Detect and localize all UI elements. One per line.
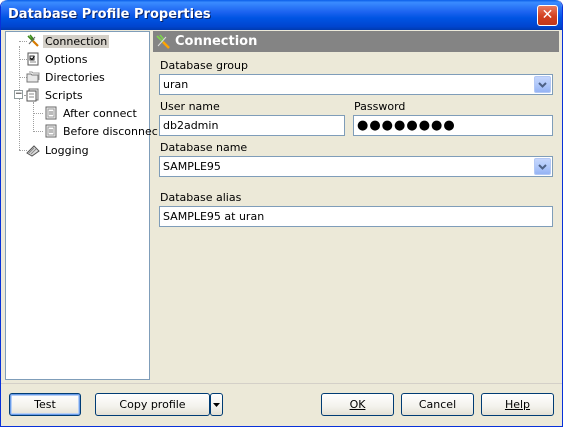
- folders-icon: [26, 70, 40, 84]
- help-button-label: Help: [504, 398, 531, 411]
- user-name-value: db2admin: [163, 119, 219, 132]
- close-button[interactable]: ✕: [537, 5, 558, 26]
- dialog-window: Database Profile Properties ✕ − Connecti…: [0, 0, 563, 427]
- tree-line: [33, 131, 43, 132]
- tree-item-label: Connection: [43, 34, 110, 48]
- password-value: ●●●●●●●●: [357, 118, 456, 133]
- test-button-label: Test: [34, 398, 56, 411]
- connection-icon: [26, 34, 40, 48]
- dropdown-button[interactable]: [534, 158, 551, 175]
- tree-item-logging[interactable]: Logging: [26, 142, 91, 158]
- tree-item-after-connect[interactable]: After connect: [44, 105, 139, 121]
- ok-button-label: OK: [349, 398, 366, 411]
- chevron-down-icon: [538, 163, 547, 170]
- database-alias-value: SAMPLE95 at uran: [163, 210, 265, 223]
- logging-icon: [26, 143, 40, 157]
- section-title: Connection: [175, 34, 258, 49]
- title-bar[interactable]: Database Profile Properties ✕: [1, 0, 562, 30]
- user-name-field[interactable]: db2admin: [159, 115, 345, 136]
- test-button[interactable]: Test: [9, 393, 81, 416]
- database-name-value: SAMPLE95: [163, 160, 221, 173]
- tree-item-label: Before disconnec: [63, 124, 158, 138]
- database-group-select[interactable]: uran: [159, 74, 553, 95]
- tree-item-label: Logging: [45, 143, 89, 157]
- window-title: Database Profile Properties: [8, 7, 211, 22]
- divider: [1, 383, 562, 384]
- tree-item-label: Options: [45, 52, 88, 66]
- password-field[interactable]: ●●●●●●●●: [353, 115, 553, 136]
- tree-item-label: Directories: [45, 70, 105, 84]
- close-icon: ✕: [541, 7, 554, 23]
- connection-icon: [155, 33, 171, 50]
- password-label: Password: [354, 100, 406, 113]
- tree-line: [33, 102, 34, 132]
- tree-item-connection[interactable]: Connection: [26, 33, 110, 49]
- database-alias-field[interactable]: SAMPLE95 at uran: [159, 206, 553, 227]
- database-group-value: uran: [163, 78, 189, 91]
- tree-item-label: After connect: [63, 106, 137, 120]
- help-button[interactable]: Help: [481, 393, 554, 416]
- copy-profile-dropdown-button[interactable]: [210, 393, 223, 416]
- dropdown-button[interactable]: [534, 76, 551, 93]
- cancel-button-label: Cancel: [418, 398, 457, 411]
- tree-line: [33, 113, 43, 114]
- cancel-button[interactable]: Cancel: [401, 393, 474, 416]
- chevron-down-icon: [538, 81, 547, 88]
- database-group-label: Database group: [160, 59, 248, 72]
- ok-button[interactable]: OK: [321, 393, 394, 416]
- caret-down-icon: [213, 403, 220, 407]
- script-doc-icon: [44, 124, 58, 138]
- copy-profile-button[interactable]: Copy profile: [95, 393, 210, 416]
- section-header: Connection: [153, 31, 559, 52]
- tree-item-before-disconnect[interactable]: Before disconnec: [44, 123, 160, 139]
- options-icon: [26, 52, 40, 66]
- scripts-expander[interactable]: −: [14, 90, 23, 99]
- database-name-select[interactable]: SAMPLE95: [159, 156, 553, 177]
- script-doc-icon: [44, 106, 58, 120]
- tree-item-label: Scripts: [45, 88, 83, 102]
- user-name-label: User name: [160, 100, 220, 113]
- category-tree[interactable]: − Connection Options Directories Scripts: [5, 31, 158, 380]
- database-name-label: Database name: [160, 141, 248, 154]
- scripts-icon: [26, 88, 40, 102]
- copy-profile-label: Copy profile: [119, 398, 186, 411]
- tree-item-directories[interactable]: Directories: [26, 69, 107, 85]
- tree-item-scripts[interactable]: Scripts: [26, 87, 85, 103]
- database-alias-label: Database alias: [160, 191, 242, 204]
- tree-item-options[interactable]: Options: [26, 51, 89, 67]
